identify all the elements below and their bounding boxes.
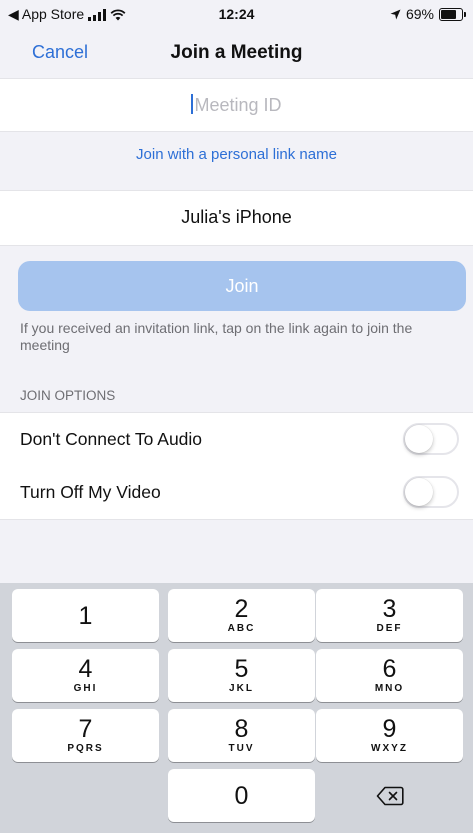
key-0[interactable]: 0: [168, 769, 315, 822]
key-letters: GHI: [73, 683, 98, 694]
key-letters: JKL: [229, 683, 254, 694]
key-digit: 9: [382, 715, 397, 743]
key-2[interactable]: 2 ABC: [168, 589, 315, 642]
dont-connect-audio-toggle[interactable]: [403, 423, 459, 455]
key-digit: 2: [234, 595, 249, 623]
key-letters: DEF: [376, 623, 403, 634]
key-3[interactable]: 3 DEF: [316, 589, 463, 642]
option-turn-off-video: Turn Off My Video: [0, 466, 473, 520]
battery-level: [441, 9, 457, 19]
join-options-header: JOIN OPTIONS: [20, 388, 116, 403]
meeting-id-input[interactable]: Meeting ID: [0, 94, 473, 116]
invitation-hint: If you received an invitation link, tap …: [20, 320, 413, 353]
display-name-input[interactable]: Julia's iPhone: [0, 207, 473, 228]
key-1[interactable]: 1: [12, 589, 159, 642]
join-button[interactable]: Join: [18, 261, 466, 311]
key-letters: MNO: [374, 683, 405, 694]
status-right: 69%: [390, 6, 466, 22]
key-digit: 3: [382, 595, 397, 623]
key-empty: [12, 769, 159, 822]
toggle-knob: [405, 425, 433, 453]
option-dont-connect-audio: Don't Connect To Audio: [0, 412, 473, 467]
navigation-bar: Join a Meeting Cancel: [0, 28, 473, 78]
meeting-id-placeholder: Meeting ID: [194, 95, 282, 115]
key-4[interactable]: 4 GHI: [12, 649, 159, 702]
key-8[interactable]: 8 TUV: [168, 709, 315, 762]
key-digit: 1: [78, 601, 93, 630]
key-digit: 5: [234, 655, 249, 683]
battery-percentage: 69%: [405, 6, 434, 22]
key-letters: TUV: [228, 743, 255, 754]
location-arrow-icon: [390, 9, 401, 19]
battery-icon: [439, 7, 466, 21]
numeric-keyboard: 1 2 ABC 3 DEF 4 GHI 5 JKL 6 MNO 7 PQRS 8…: [0, 583, 473, 833]
key-digit: 4: [78, 655, 93, 683]
key-letters: ABC: [227, 623, 256, 634]
option-label: Don't Connect To Audio: [20, 429, 203, 449]
backspace-icon: [376, 786, 404, 805]
key-digit: 0: [234, 781, 249, 810]
key-digit: 6: [382, 655, 397, 683]
key-letters: PQRS: [67, 743, 104, 754]
key-6[interactable]: 6 MNO: [316, 649, 463, 702]
status-bar: ◀ App Store 12:24 69%: [0, 0, 473, 28]
backspace-key[interactable]: [316, 769, 463, 822]
key-7[interactable]: 7 PQRS: [12, 709, 159, 762]
key-letters: WXYZ: [371, 743, 408, 754]
meeting-id-row[interactable]: Meeting ID: [0, 78, 473, 132]
toggle-knob: [405, 478, 433, 506]
key-5[interactable]: 5 JKL: [168, 649, 315, 702]
key-digit: 8: [234, 715, 249, 743]
key-digit: 7: [78, 715, 93, 743]
turn-off-video-toggle[interactable]: [403, 476, 459, 508]
option-label: Turn Off My Video: [20, 482, 161, 502]
key-9[interactable]: 9 WXYZ: [316, 709, 463, 762]
name-row[interactable]: Julia's iPhone: [0, 190, 473, 246]
join-with-personal-link-button[interactable]: Join with a personal link name: [0, 146, 473, 163]
cancel-button[interactable]: Cancel: [32, 42, 88, 63]
